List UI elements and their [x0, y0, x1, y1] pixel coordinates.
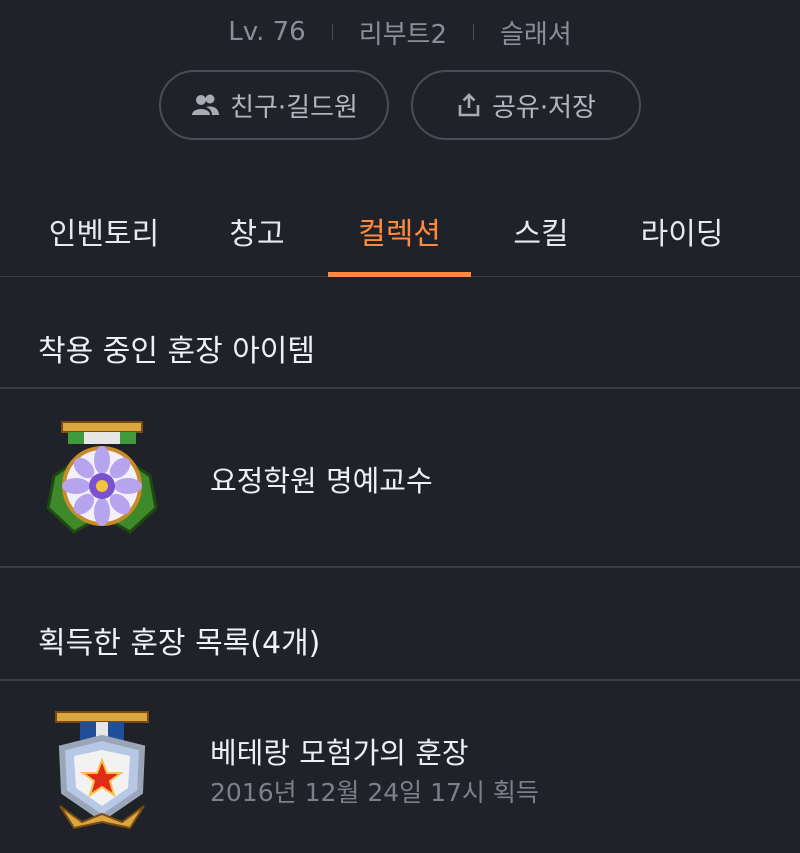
world-text: 리부트2 — [358, 19, 447, 50]
tab-bar: 인벤토리 창고 컬렉션 스킬 라이딩 — [0, 190, 800, 277]
job-text: 슬래셔 — [500, 19, 572, 50]
share-save-button[interactable]: 공유·저장 — [411, 70, 641, 140]
level-text: Lv. 76 — [228, 17, 306, 47]
friends-icon — [190, 93, 220, 117]
acquired-medal-name: 베테랑 모험가의 훈장 — [210, 736, 469, 770]
section-divider — [0, 387, 800, 389]
tab-storage[interactable]: 창고 — [212, 190, 302, 276]
info-separator — [331, 24, 333, 40]
friends-guild-button[interactable]: 친구·길드원 — [159, 70, 389, 140]
equipped-medal-name: 요정학원 명예교수 — [210, 464, 433, 498]
star-shield-medal-icon — [52, 710, 152, 834]
share-icon — [456, 92, 482, 118]
acquired-medal-date: 2016년 12월 24일 17시 획득 — [210, 778, 539, 807]
tab-riding[interactable]: 라이딩 — [630, 190, 734, 276]
friends-guild-label: 친구·길드원 — [230, 92, 358, 123]
section-divider — [0, 679, 800, 681]
tab-inventory[interactable]: 인벤토리 — [42, 190, 166, 276]
equipped-medal-heading: 착용 중인 훈장 아이템 — [38, 334, 316, 369]
flower-medal-icon — [44, 420, 160, 542]
tab-collection[interactable]: 컬렉션 — [328, 190, 471, 277]
section-divider — [0, 566, 800, 568]
action-buttons: 친구·길드원 공유·저장 — [0, 70, 800, 140]
acquired-medal-heading: 획득한 훈장 목록(4개) — [38, 626, 321, 661]
share-save-label: 공유·저장 — [492, 92, 596, 123]
profile-info-row: Lv. 76 리부트2 슬래셔 — [0, 12, 800, 52]
tab-skill[interactable]: 스킬 — [496, 190, 586, 276]
info-separator — [473, 24, 474, 40]
